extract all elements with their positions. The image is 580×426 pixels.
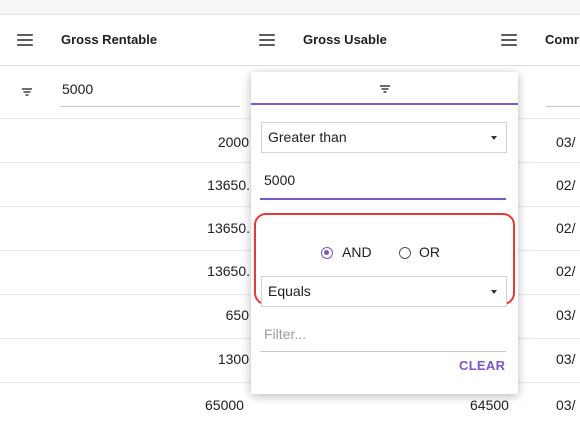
top-strip (0, 0, 580, 15)
filter-input-underline (60, 106, 240, 107)
column-menu-icon[interactable] (259, 34, 275, 46)
floating-filter-input[interactable]: 5000 (62, 81, 93, 97)
cell-comm: 02/ (556, 263, 576, 279)
condition1-value-input[interactable]: 5000 (264, 172, 295, 188)
cell-gross-rentable: 13650. (207, 177, 250, 193)
cell-comm: 03/ (556, 134, 576, 150)
chevron-down-icon (491, 136, 497, 140)
cell-gross-rentable: 65000 (205, 397, 244, 413)
header-gross-usable[interactable]: Gross Usable (303, 32, 387, 47)
cell-gross-usable: 64500 (470, 397, 509, 413)
column-menu-icon[interactable] (17, 34, 33, 46)
condition2-value-input[interactable]: Filter... (264, 326, 306, 342)
cell-gross-rentable: 1300 (217, 351, 249, 367)
header-comm[interactable]: Comr (545, 32, 579, 47)
column-header-row: Gross Rentable Gross Usable Comr (0, 15, 580, 66)
header-gross-rentable[interactable]: Gross Rentable (61, 32, 157, 47)
cell-comm: 02/ (556, 177, 576, 193)
radio-and[interactable] (321, 247, 333, 259)
condition1-input-underline (260, 198, 506, 200)
radio-and-label[interactable]: AND (342, 244, 372, 260)
condition2-operator-select[interactable]: Equals (261, 276, 507, 307)
condition1-operator-value: Greater than (268, 129, 347, 145)
cell-gross-rentable: 2000 (217, 134, 249, 150)
cell-gross-rentable: 650 (225, 307, 249, 323)
cell-gross-rentable: 13650. (207, 263, 250, 279)
clear-button[interactable]: CLEAR (459, 358, 505, 373)
cell-comm: 03/ (556, 307, 576, 323)
column-filter-popup: Greater than 5000 AND OR Equals Filter..… (251, 72, 518, 394)
filter-input-underline (546, 106, 580, 107)
radio-or[interactable] (399, 247, 411, 259)
cell-comm: 03/ (556, 351, 576, 367)
column-menu-icon[interactable] (501, 34, 517, 46)
condition2-operator-value: Equals (268, 283, 311, 299)
cell-gross-rentable: 13650. (207, 220, 250, 236)
chevron-down-icon (491, 290, 497, 294)
filter-tab-indicator (251, 103, 518, 105)
radio-or-label[interactable]: OR (419, 244, 440, 260)
cell-comm: 02/ (556, 220, 576, 236)
filter-icon[interactable] (21, 88, 33, 96)
filter-tab-icon[interactable] (379, 85, 391, 93)
cell-comm: 03/ (556, 397, 576, 413)
condition1-operator-select[interactable]: Greater than (261, 122, 507, 153)
condition2-input-underline (260, 351, 506, 352)
